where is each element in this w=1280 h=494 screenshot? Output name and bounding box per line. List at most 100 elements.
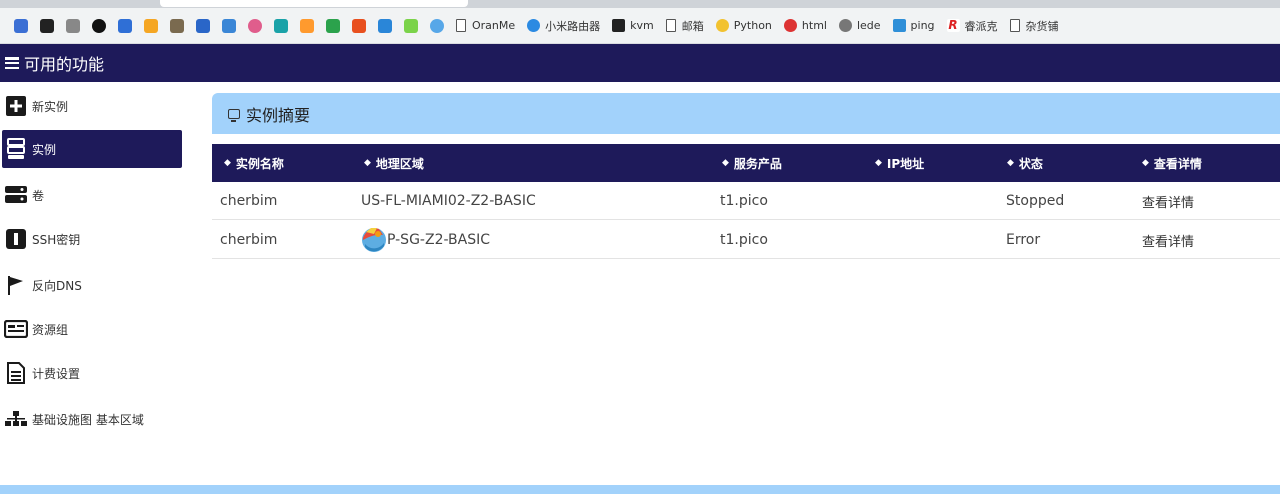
bookmark-icon[interactable]	[378, 18, 392, 33]
image-icon[interactable]	[222, 18, 236, 33]
bookmark-mail[interactable]: 邮箱	[665, 18, 704, 34]
column-header-region[interactable]: ◆ 地理区域	[364, 144, 424, 182]
sort-icon: ◆	[875, 158, 882, 168]
bookmark-label: OranMe	[472, 19, 516, 32]
instance-status: Error	[1006, 232, 1041, 248]
document-icon	[665, 19, 676, 32]
footer-strip	[0, 485, 1280, 494]
bookmark-icon[interactable]	[248, 18, 262, 33]
bookmark-ping[interactable]: ping	[892, 19, 935, 32]
python-icon	[715, 19, 729, 32]
sidebar-item-label: 基础设施图 基本区域	[32, 412, 144, 427]
panel-title: 实例摘要	[246, 105, 311, 125]
hamburger-menu-icon[interactable]	[5, 57, 19, 69]
column-header-label: IP地址	[886, 156, 925, 171]
sidebar-item-instances[interactable]: 实例	[2, 130, 182, 168]
fn-icon[interactable]	[274, 18, 288, 33]
bookmark-icon[interactable]	[66, 18, 80, 33]
column-header-product[interactable]: ◆ 服务产品	[722, 144, 782, 182]
instance-region: US-FL-MIAMI02-Z2-BASIC	[361, 193, 536, 209]
bookmark-python[interactable]: Python	[715, 19, 772, 32]
sort-icon: ◆	[722, 158, 729, 168]
column-header-details[interactable]: ◆ 查看详情	[1142, 144, 1202, 182]
drive-icon	[4, 184, 28, 206]
bookmark-html[interactable]: html	[783, 19, 827, 32]
instance-product: t1.pico	[720, 232, 768, 248]
bookmark-icon[interactable]	[404, 18, 418, 33]
bookmark-label: 小米路由器	[545, 19, 601, 33]
bookmark-label: 睿派克	[964, 19, 998, 33]
sidebar-item-label: 计费设置	[32, 366, 81, 381]
antenna-icon	[838, 19, 852, 32]
bookmark-label: kvm	[630, 19, 654, 32]
sidebar-item-infrastructure-map[interactable]: 基础设施图 基本区域	[2, 400, 182, 438]
baidu-icon[interactable]	[14, 18, 28, 33]
column-header-ip[interactable]: ◆ IP地址	[875, 144, 924, 182]
github-icon[interactable]	[92, 18, 106, 33]
sidebar-item-label: 新实例	[32, 99, 69, 114]
cloud-icon[interactable]	[430, 18, 444, 33]
html-icon	[783, 19, 797, 32]
view-details-link[interactable]: 查看详情	[1142, 221, 1194, 259]
sidebar-item-label: 卷	[32, 188, 45, 203]
instance-region: P-SG-Z2-BASIC	[387, 232, 490, 248]
flag-icon	[4, 274, 28, 296]
instance-status: Stopped	[1006, 193, 1065, 209]
instance-product: t1.pico	[720, 193, 768, 209]
sidebar-item-volumes[interactable]: 卷	[2, 176, 182, 214]
bookmark-icon[interactable]	[144, 18, 158, 33]
bookmark-label: Python	[733, 19, 772, 32]
sidebar-item-ssh-keys[interactable]: SSH密钥	[2, 220, 182, 258]
sidebar-item-label: SSH密钥	[32, 232, 81, 247]
sidebar: 新实例 实例 卷 SSH密钥 反向DNS 资源组 计费设置 基础设施图 基本区域	[0, 82, 190, 482]
instances-table-header: ◆ 实例名称 ◆ 地理区域 ◆ 服务产品 ◆ IP地址 ◆ 状态 ◆ 查看详情	[212, 144, 1280, 182]
bookmark-kvm[interactable]: kvm	[612, 19, 654, 32]
drive-bookmark-icon[interactable]	[326, 18, 340, 33]
ping-icon	[892, 19, 906, 32]
floating-app-icon[interactable]	[361, 226, 387, 254]
r-icon: R	[946, 18, 960, 32]
column-header-label: 查看详情	[1153, 156, 1202, 171]
sort-icon: ◆	[1007, 158, 1014, 168]
sidebar-item-resource-groups[interactable]: 资源组	[2, 310, 182, 348]
bookmark-ruipaike[interactable]: R 睿派克	[946, 18, 998, 34]
sidebar-item-billing[interactable]: 计费设置	[2, 354, 182, 392]
bookmark-icon[interactable]	[40, 18, 54, 33]
monitor-icon	[228, 108, 240, 122]
bookmark-store[interactable]: 杂货铺	[1009, 18, 1059, 34]
view-details-link[interactable]: 查看详情	[1142, 182, 1194, 220]
bookmark-label: html	[801, 19, 827, 32]
bookmark-icon[interactable]	[118, 18, 132, 33]
browser-active-tab[interactable]	[160, 0, 468, 7]
instance-name: cherbim	[220, 232, 278, 248]
sidebar-item-label: 资源组	[32, 322, 69, 337]
bookmark-oranme[interactable]: OranMe	[456, 19, 515, 32]
column-header-label: 地理区域	[375, 156, 424, 171]
bookmark-icon[interactable]	[300, 18, 314, 33]
document-icon	[456, 19, 466, 32]
instance-name: cherbim	[220, 193, 278, 209]
bookmarks-bar: OranMe 小米路由器 kvm 邮箱 Python html lede pin…	[0, 8, 1280, 44]
menu-icon[interactable]	[196, 18, 210, 33]
bookmark-lede[interactable]: lede	[838, 19, 881, 32]
column-header-name[interactable]: ◆ 实例名称	[224, 144, 284, 182]
sidebar-item-new-instance[interactable]: 新实例	[2, 87, 182, 125]
bookmark-xiaomi-router[interactable]: 小米路由器	[527, 18, 600, 34]
column-header-label: 状态	[1018, 156, 1043, 171]
bookmark-label: lede	[856, 19, 881, 32]
sort-icon: ◆	[224, 158, 231, 168]
column-header-status[interactable]: ◆ 状态	[1007, 144, 1043, 182]
bookmark-icon[interactable]	[170, 18, 184, 33]
office-icon[interactable]	[352, 18, 366, 33]
file-icon	[4, 362, 28, 384]
bookmark-label: 邮箱	[681, 19, 704, 33]
column-header-label: 实例名称	[235, 156, 284, 171]
sidebar-item-label: 反向DNS	[32, 278, 82, 293]
sort-icon: ◆	[1142, 158, 1149, 168]
browser-tab-strip	[0, 0, 1280, 8]
wifi-icon	[527, 19, 541, 32]
sidebar-item-reverse-dns[interactable]: 反向DNS	[2, 266, 182, 304]
bt-icon	[612, 19, 626, 32]
app-header: 可用的功能	[0, 44, 1280, 82]
bookmark-label: ping	[910, 19, 935, 32]
